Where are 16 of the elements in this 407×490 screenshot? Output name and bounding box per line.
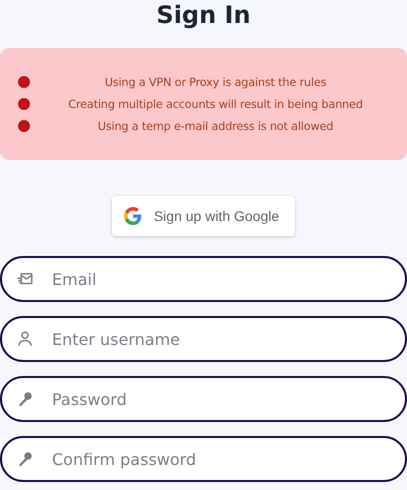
bullet-icon xyxy=(18,120,30,132)
warning-text: Creating multiple accounts will result in being banned xyxy=(67,98,364,110)
bullet-icon xyxy=(18,76,30,88)
input-field[interactable]: Enter username xyxy=(0,316,407,362)
google-sign-up-button[interactable]: Sign up with Google xyxy=(112,196,296,236)
user-icon xyxy=(16,330,34,348)
input-field[interactable]: Email xyxy=(0,256,407,302)
warning-text: Using a temp e-mail address is not allowed xyxy=(96,120,334,132)
bullet-icon xyxy=(18,98,30,110)
warning-text: Using a VPN or Proxy is against the rules xyxy=(104,76,328,88)
key-icon xyxy=(16,390,34,408)
key-icon xyxy=(16,450,34,468)
input-field[interactable]: Confirm password xyxy=(0,436,407,482)
page-title: Sign In xyxy=(156,0,251,30)
google-logo-icon xyxy=(124,207,142,225)
input-field[interactable]: Password xyxy=(0,376,407,422)
